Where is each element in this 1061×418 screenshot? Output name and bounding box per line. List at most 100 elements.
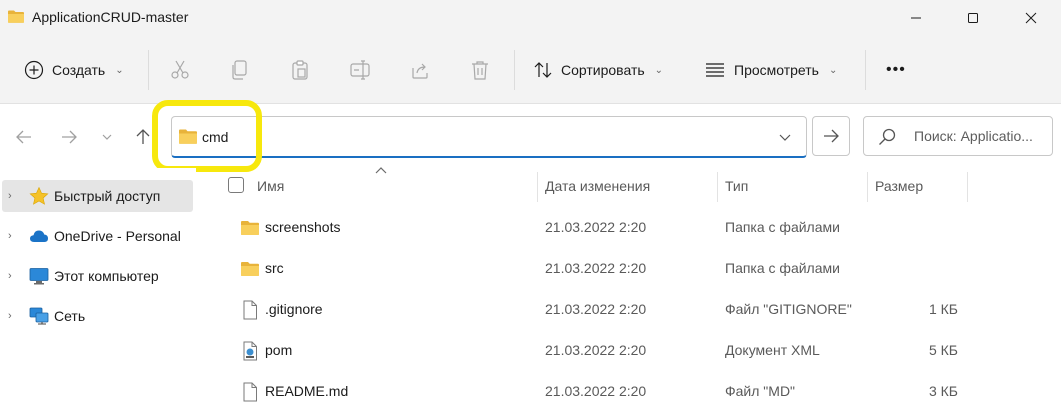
column-name-header[interactable]: Имя: [257, 168, 284, 204]
file-type: Файл "MD": [725, 383, 796, 399]
table-row[interactable]: pom 21.03.2022 2:20 Документ XML 5 КБ: [196, 330, 1061, 371]
file-type: Папка с файлами: [725, 260, 840, 276]
sidebar-item-label: Этот компьютер: [54, 268, 159, 284]
sort-icon: [534, 62, 552, 78]
xml-file-icon: [243, 341, 257, 361]
up-button[interactable]: [132, 126, 154, 148]
chevron-down-icon: [102, 134, 112, 140]
create-label: Создать: [52, 62, 106, 78]
recent-locations-button[interactable]: [96, 126, 118, 148]
file-name: .gitignore: [265, 301, 323, 317]
more-icon: •••: [886, 61, 906, 78]
copy-icon[interactable]: [228, 58, 252, 82]
sidebar-item-network[interactable]: › Сеть: [2, 300, 193, 332]
back-button[interactable]: [13, 126, 35, 148]
sidebar-item-quick-access[interactable]: › Быстрый доступ: [2, 180, 193, 212]
sidebar-item-label: Быстрый доступ: [54, 188, 161, 204]
file-size: 3 КБ: [928, 383, 958, 399]
folder-icon: [241, 221, 259, 235]
rename-icon[interactable]: [348, 58, 372, 82]
network-icon: [29, 307, 49, 325]
more-options-button[interactable]: •••: [886, 52, 906, 88]
search-box[interactable]: Поиск: Applicatio...: [863, 116, 1053, 156]
computer-icon: [29, 268, 49, 285]
delete-icon[interactable]: [468, 58, 492, 82]
column-date-header[interactable]: Дата изменения: [545, 168, 650, 204]
file-name: README.md: [265, 383, 349, 399]
file-name: pom: [265, 342, 293, 358]
column-divider[interactable]: [717, 172, 718, 202]
file-icon: [243, 382, 257, 402]
sort-label: Сортировать: [561, 62, 645, 78]
minimize-button[interactable]: [893, 0, 939, 36]
maximize-button[interactable]: [950, 0, 996, 36]
cut-icon[interactable]: [168, 58, 192, 82]
highlight-annotation: [152, 100, 262, 172]
chevron-right-icon[interactable]: ›: [8, 190, 18, 202]
close-icon: [1025, 12, 1037, 24]
chevron-right-icon[interactable]: ›: [8, 270, 18, 282]
title-bar: ApplicationCRUD-master: [0, 0, 1061, 36]
sidebar-item-onedrive[interactable]: › OneDrive - Personal: [2, 220, 193, 252]
column-divider[interactable]: [867, 172, 868, 202]
folder-icon: [8, 10, 24, 23]
file-type: Файл "GITIGNORE": [725, 301, 852, 317]
arrow-right-icon: [62, 130, 77, 144]
file-date: 21.03.2022 2:20: [545, 342, 647, 358]
file-type: Документ XML: [725, 342, 820, 358]
file-date: 21.03.2022 2:20: [545, 301, 647, 317]
divider: [148, 50, 149, 90]
maximize-icon: [968, 13, 978, 23]
chevron-right-icon[interactable]: ›: [8, 310, 18, 322]
column-divider[interactable]: [967, 172, 968, 202]
divider: [514, 50, 515, 90]
sidebar-item-this-pc[interactable]: › Этот компьютер: [2, 260, 193, 292]
view-label: Просмотреть: [734, 62, 819, 78]
file-icon: [243, 300, 257, 320]
chevron-down-icon[interactable]: [778, 130, 792, 144]
chevron-down-icon: ⌄: [654, 64, 664, 76]
file-date: 21.03.2022 2:20: [545, 260, 647, 276]
file-date: 21.03.2022 2:20: [545, 219, 647, 235]
share-icon[interactable]: [408, 58, 432, 82]
arrow-right-icon: [824, 129, 839, 143]
column-header: Имя Дата изменения Тип Размер: [196, 168, 1061, 204]
sidebar-item-label: Сеть: [54, 308, 86, 324]
chevron-down-icon: ⌄: [115, 64, 124, 76]
search-input[interactable]: Поиск: Applicatio...: [914, 128, 1033, 144]
file-date: 21.03.2022 2:20: [545, 383, 647, 399]
close-button[interactable]: [1008, 0, 1054, 36]
file-type: Папка с файлами: [725, 219, 840, 235]
column-type-header[interactable]: Тип: [725, 168, 748, 204]
file-name: src: [265, 260, 284, 276]
go-button[interactable]: [812, 116, 850, 156]
table-row[interactable]: .gitignore 21.03.2022 2:20 Файл "GITIGNO…: [196, 289, 1061, 330]
window-title: ApplicationCRUD-master: [32, 9, 189, 25]
table-row[interactable]: src 21.03.2022 2:20 Папка с файлами: [196, 248, 1061, 289]
create-button[interactable]: Создать ⌄: [24, 52, 124, 88]
folder-icon: [241, 262, 259, 276]
chevron-down-icon: ⌄: [828, 64, 838, 76]
column-size-header[interactable]: Размер: [875, 168, 923, 204]
command-bar: Создать ⌄ Сортировать ⌄ Просмотреть ⌄ ••…: [0, 36, 1061, 104]
view-button[interactable]: Просмотреть ⌄: [704, 52, 837, 88]
star-icon: [29, 187, 49, 205]
table-row[interactable]: README.md 21.03.2022 2:20 Файл "MD" 3 КБ: [196, 371, 1061, 412]
arrow-up-icon: [136, 129, 150, 144]
forward-button[interactable]: [58, 126, 80, 148]
search-icon: [879, 128, 896, 145]
sort-button[interactable]: Сортировать ⌄: [533, 52, 663, 88]
paste-icon[interactable]: [288, 58, 312, 82]
file-size: 1 КБ: [928, 301, 958, 317]
address-bar[interactable]: cmd: [171, 116, 807, 158]
file-name: screenshots: [265, 219, 341, 235]
column-divider[interactable]: [537, 172, 538, 202]
minimize-icon: [911, 17, 921, 19]
cloud-icon: [30, 230, 48, 242]
sidebar-item-label: OneDrive - Personal: [54, 228, 181, 244]
table-row[interactable]: screenshots 21.03.2022 2:20 Папка с файл…: [196, 207, 1061, 248]
divider: [865, 50, 866, 90]
arrow-left-icon: [16, 130, 31, 144]
view-list-icon: [706, 63, 724, 77]
chevron-right-icon[interactable]: ›: [8, 230, 18, 242]
